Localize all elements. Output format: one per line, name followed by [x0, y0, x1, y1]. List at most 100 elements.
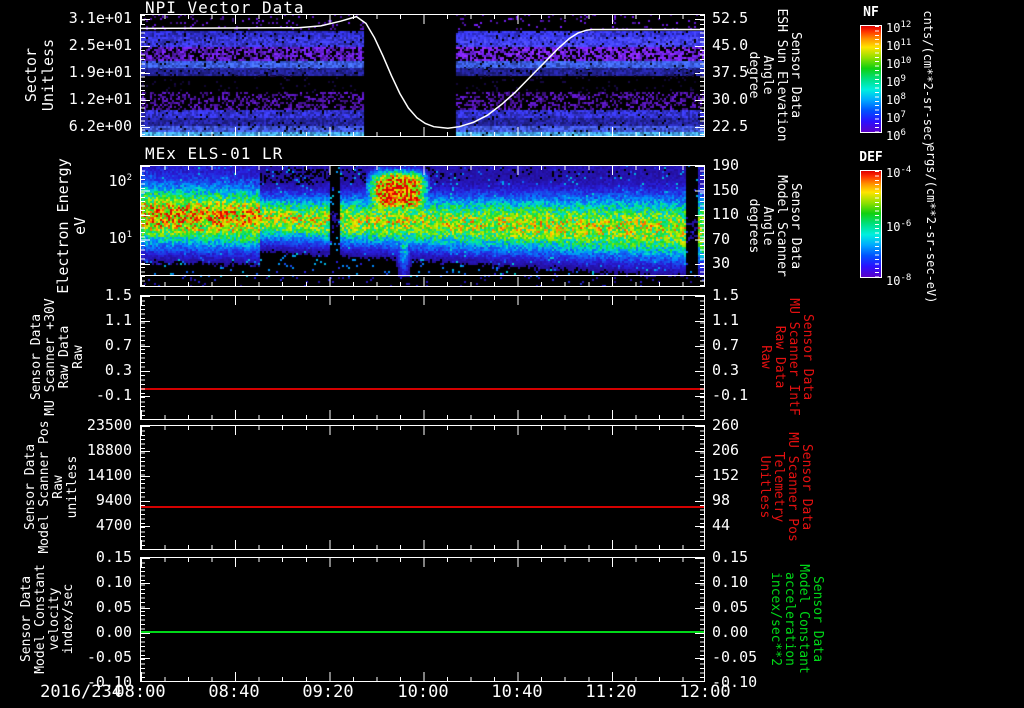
nf-colorbar-unit: cnts/(cm**2-sr-sec) [921, 10, 935, 148]
tick-exp: 11 [900, 38, 912, 48]
p5-y2label-line: Sensor Data [810, 575, 825, 663]
x-tick: 10:00 [397, 682, 449, 702]
p5-ylabel-line: index/sec [61, 583, 76, 655]
axis-ticks [140, 14, 705, 137]
tick-base: 10 [886, 39, 901, 53]
p1-y2tick: 52.5 [712, 9, 749, 27]
p3-y2label: Sensor Data MU Scanner IntF Raw Data Raw [758, 298, 815, 416]
p1-y2tick: 45.0 [712, 36, 749, 54]
p1-y2label-line: ESH Sun Elevation [774, 8, 789, 142]
p3-y2tick: -0.1 [712, 386, 749, 404]
tick-exp: 9 [900, 74, 906, 84]
p2-y2label-line: Sensor Data [788, 182, 803, 270]
p2-y2tick: 30 [712, 254, 731, 272]
axis-ticks [875, 26, 879, 132]
p2-y2label-line: Model Scanner [774, 175, 789, 277]
def-colorbar-title: DEF [859, 150, 883, 165]
def-colorbar-unit: ergs/(cm**2-sr-sec-eV) [924, 144, 938, 304]
p5-y2tick: 0.10 [712, 573, 749, 591]
p2-ylabel-line: Electron Energy [54, 158, 72, 294]
tick-exp: -8 [900, 273, 912, 283]
p4-ylabel-line: Sensor Data [23, 443, 38, 531]
p2-y2tick: 190 [712, 156, 740, 174]
p3-y2tick: 0.7 [712, 336, 740, 354]
p1-ytick: 6.2e+00 [68, 117, 132, 135]
x-tick: 08:00 [114, 682, 166, 702]
p4-y2tick: 260 [712, 416, 740, 434]
def-cb-tick: 10-6 [886, 217, 911, 234]
p1-y2label-line: degree [746, 51, 761, 99]
x-tick: 12:00 [679, 682, 731, 702]
nf-cb-tick: 107 [886, 108, 906, 125]
p5-y2tick: 0.05 [712, 598, 749, 616]
axis-ticks [140, 557, 705, 682]
p3-ylabel-line: Raw Data [57, 325, 72, 389]
p2-ylabel-line: eV [71, 216, 89, 236]
p5-y2label-line: incex/sec**2 [768, 572, 783, 666]
nf-cb-tick: 108 [886, 90, 906, 107]
p2-y2tick: 110 [712, 205, 740, 223]
tick-base: 10 [886, 57, 901, 71]
plot-figure: { "window": {"width": 1024, "height": 70… [0, 0, 1024, 708]
p4-ylabel-line: Raw [51, 475, 66, 499]
p2-y2tick: 150 [712, 181, 740, 199]
tick-base: 10 [108, 229, 127, 247]
tick-exp: 6 [900, 128, 906, 138]
p1-ylabel-line: Sector [22, 47, 40, 103]
p4-ylabel-line: Model Scanner Pos [37, 420, 52, 554]
tick-exp: 2 [126, 173, 132, 183]
p1-y2label: Sensor Data ESH Sun Elevation Angle degr… [746, 8, 803, 142]
p4-y2label: Sensor Data MU Scanner Pos Telemetry Uni… [757, 432, 814, 542]
def-cb-tick: 10-8 [886, 271, 911, 288]
x-tick: 10:40 [491, 682, 543, 702]
tick-exp: 7 [900, 110, 906, 120]
p2-y2label-line: Angle [760, 206, 775, 246]
p1-ylabel: Sector Unitless [22, 38, 57, 112]
p5-y2label-line: acceleration [782, 572, 797, 666]
p4-y2label-line: Sensor Data [799, 443, 814, 531]
p3-y2label-line: Raw Data [772, 325, 787, 389]
tick-base: 10 [886, 111, 901, 125]
p5-y2tick: -0.05 [712, 648, 758, 666]
tick-exp: -6 [900, 219, 912, 229]
tick-base: 10 [108, 172, 127, 190]
nf-cb-tick: 1012 [886, 18, 911, 35]
p3-y2label-line: MU Scanner IntF [786, 298, 801, 416]
def-cb-tick: 10-4 [886, 163, 911, 180]
tick-exp: 8 [900, 92, 906, 102]
tick-exp: 1 [126, 230, 132, 240]
p1-y2tick: 30.0 [712, 90, 749, 108]
p5-y2tick: 0.15 [712, 548, 749, 566]
p3-y2tick: 1.1 [712, 311, 740, 329]
x-tick: 09:20 [302, 682, 354, 702]
axis-ticks [140, 425, 705, 550]
panel2-title: MEx ELS-01 LR [145, 144, 284, 163]
p3-y2tick: 1.5 [712, 286, 740, 304]
p3-ylabel-line: MU Scanner +30V [43, 298, 58, 416]
p3-ylabel-line: Sensor Data [29, 313, 44, 401]
p1-ytick: 3.1e+01 [68, 9, 132, 27]
p5-ylabel-line: Sensor Data [19, 575, 34, 663]
p1-ylabel-line: Unitless [39, 38, 57, 112]
nf-cb-tick: 109 [886, 72, 906, 89]
p3-y2label-line: Raw [758, 345, 773, 369]
tick-exp: 12 [900, 20, 912, 30]
p4-y2tick: 152 [712, 466, 740, 484]
p4-y2label-line: Telemetry [771, 451, 786, 523]
p3-ylabel-line: Raw [71, 345, 86, 369]
p5-y2label-line: Model Constant [796, 564, 811, 674]
axis-ticks [140, 295, 705, 420]
nf-colorbar-title: NF [863, 5, 879, 20]
p4-y2tick: 206 [712, 441, 740, 459]
p4-y2tick: 44 [712, 516, 731, 534]
p3-y2tick: 0.3 [712, 361, 740, 379]
nf-cb-tick: 106 [886, 126, 906, 143]
p5-y2tick: 0.00 [712, 623, 749, 641]
p4-y2label-line: Unitless [757, 455, 772, 519]
p5-y2label: Sensor Data Model Constant acceleration … [768, 564, 825, 674]
nf-cb-tick: 1010 [886, 54, 911, 71]
p2-y2tick: 70 [712, 230, 731, 248]
tick-exp: -4 [900, 165, 912, 175]
p1-y2label-line: Sensor Data [788, 31, 803, 119]
x-tick: 11:20 [585, 682, 637, 702]
